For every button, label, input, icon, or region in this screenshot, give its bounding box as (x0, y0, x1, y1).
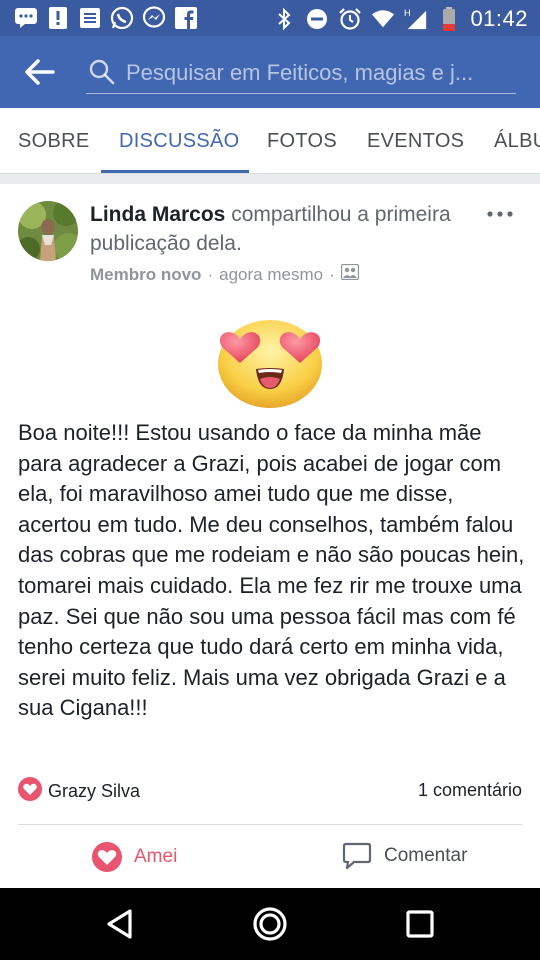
section-divider (0, 174, 540, 184)
svg-text:H: H (404, 8, 411, 18)
dnd-icon (305, 7, 329, 31)
message-icon (14, 6, 38, 30)
tab-discussao[interactable]: DISCUSSÃO (119, 130, 240, 153)
battery-icon (437, 7, 461, 31)
messenger-icon (142, 6, 166, 30)
actions-divider (18, 824, 522, 825)
tab-eventos[interactable]: EVENTOS (367, 130, 464, 153)
comment-button-label: Comentar (384, 845, 468, 866)
reaction-names: Grazy Silva (48, 781, 141, 801)
whatsapp-icon (110, 6, 134, 30)
love-button-label: Amei (134, 846, 178, 867)
author-name[interactable]: Linda Marcos (90, 203, 225, 226)
comment-icon (342, 842, 372, 870)
home-circle-icon (253, 907, 287, 941)
member-badge: Membro novo (90, 264, 202, 284)
search-icon (88, 58, 116, 86)
search-bar[interactable] (86, 54, 516, 94)
system-nav-bar (0, 888, 540, 960)
post-time[interactable]: agora mesmo (219, 265, 323, 285)
post-meta: Membro novo · agora mesmo · (90, 263, 359, 285)
more-options-button[interactable] (486, 202, 516, 226)
active-tab-indicator (101, 170, 249, 173)
tab-fotos[interactable]: FOTOS (267, 130, 337, 153)
love-button[interactable]: Amei (92, 842, 177, 872)
alarm-icon (338, 7, 362, 31)
avatar[interactable] (18, 201, 78, 261)
search-input[interactable] (126, 56, 511, 90)
newspaper-icon (78, 6, 102, 30)
post-header: Linda Marcos compartilhou a primeira pub… (90, 200, 490, 258)
bluetooth-icon (272, 7, 296, 31)
tab-albuns[interactable]: ÁLBUNS (494, 130, 540, 153)
facebook-icon (174, 6, 198, 30)
alert-icon (46, 6, 70, 30)
post-body: Boa noite!!! Estou usando o face da minh… (18, 420, 525, 721)
status-bar: H 01:42 (0, 0, 540, 36)
separator: · (207, 264, 214, 284)
nav-back-button[interactable] (102, 906, 138, 942)
back-arrow-icon (25, 59, 55, 85)
group-tabs: SOBRE DISCUSSÃO FOTOS EVENTOS ÁLBUNS (0, 108, 540, 174)
signal-icon: H (404, 7, 428, 31)
nav-recents-button[interactable] (402, 906, 438, 942)
separator: · (329, 264, 335, 284)
clock: 01:42 (470, 6, 528, 31)
heart-eyes-emoji (214, 317, 326, 409)
app-bar (0, 36, 540, 108)
group-privacy-icon (340, 263, 359, 285)
comment-count[interactable]: 1 comentário (418, 780, 522, 801)
love-reaction-icon (18, 777, 42, 806)
triangle-back-icon (107, 909, 132, 939)
tab-sobre[interactable]: SOBRE (18, 130, 90, 153)
reaction-summary[interactable]: Grazy Silva (18, 777, 140, 806)
love-icon (92, 842, 122, 872)
post-card: Linda Marcos compartilhou a primeira pub… (0, 184, 540, 888)
nav-home-button[interactable] (252, 906, 288, 942)
square-recents-icon (406, 910, 434, 938)
comment-button[interactable]: Comentar (342, 842, 467, 870)
more-dots-icon (487, 211, 513, 217)
back-button[interactable] (24, 58, 56, 86)
wifi-icon (371, 7, 395, 31)
